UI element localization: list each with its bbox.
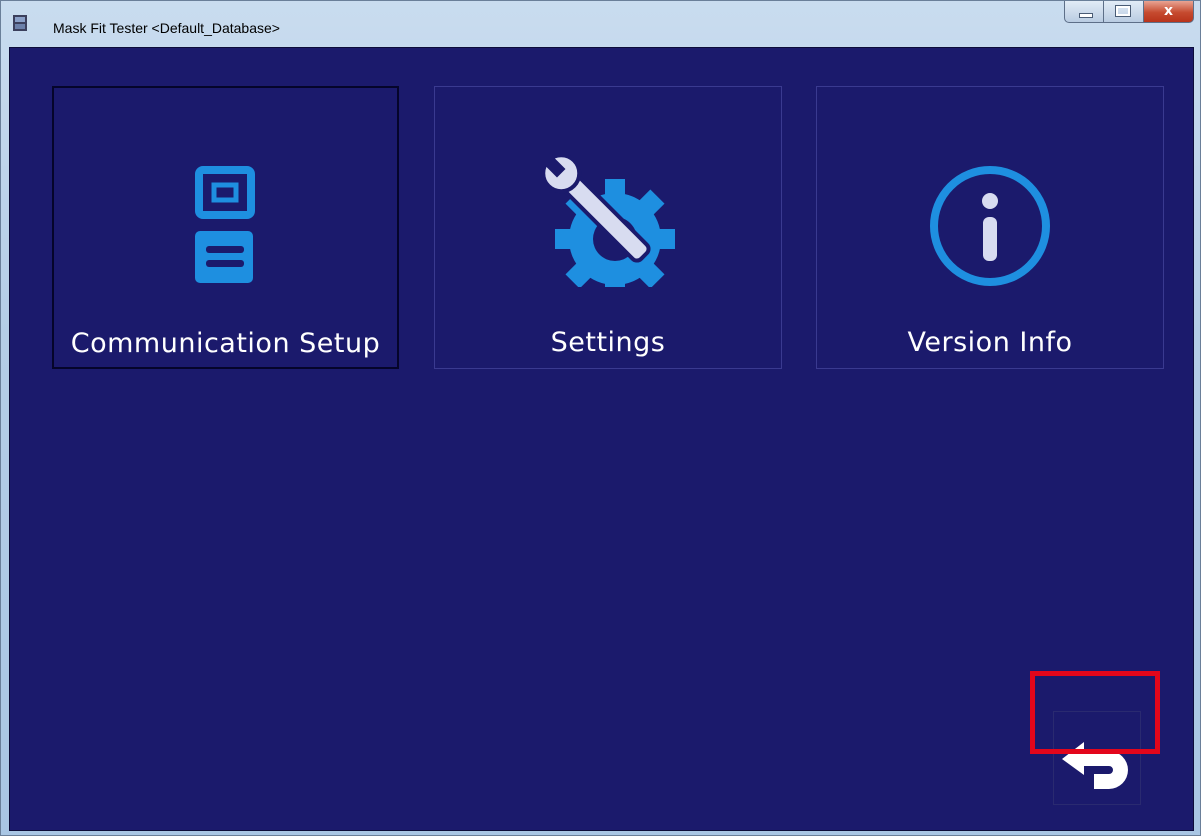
tile-label: Version Info	[907, 327, 1073, 358]
highlight-box	[1030, 671, 1160, 754]
close-button[interactable]: x	[1144, 1, 1194, 23]
close-icon: x	[1163, 3, 1174, 19]
minimize-button[interactable]	[1064, 1, 1104, 23]
settings-tile[interactable]: Settings	[434, 86, 782, 369]
title-bar[interactable]: Mask Fit Tester <Default_Database> x	[1, 1, 1200, 41]
communication-device-icon	[54, 158, 397, 288]
caption-buttons: x	[1064, 1, 1194, 23]
tile-label: Settings	[550, 327, 666, 358]
communication-setup-tile[interactable]: Communication Setup	[52, 86, 399, 369]
window-title: Mask Fit Tester <Default_Database>	[53, 20, 280, 36]
app-icon	[13, 15, 27, 31]
minimize-icon	[1079, 13, 1093, 18]
info-icon	[817, 157, 1163, 287]
maximize-icon	[1115, 5, 1131, 17]
tile-label: Communication Setup	[70, 328, 381, 359]
wrench-gear-icon	[435, 153, 781, 287]
version-info-tile[interactable]: Version Info	[816, 86, 1164, 369]
app-window: Mask Fit Tester <Default_Database> x Com…	[0, 0, 1201, 836]
maximize-button[interactable]	[1104, 1, 1144, 23]
main-panel: Communication Setup Settings Version Inf…	[9, 47, 1194, 831]
